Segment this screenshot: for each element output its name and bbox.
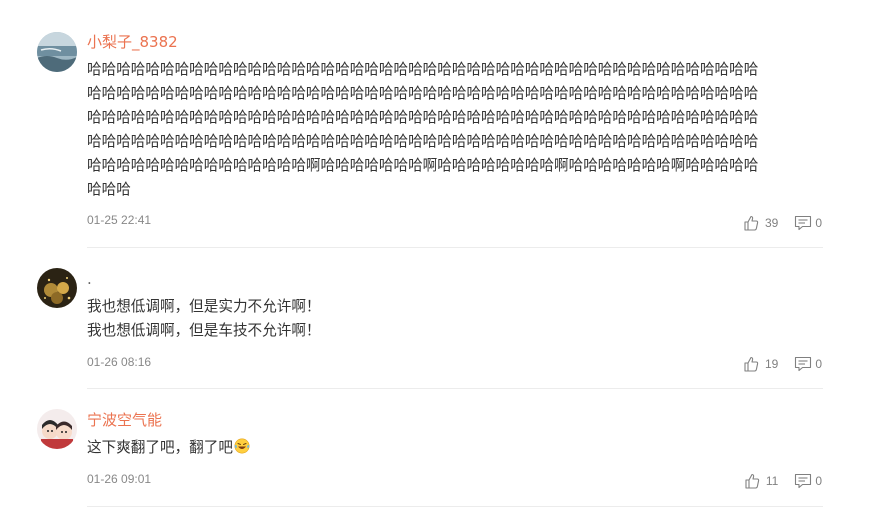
comment-line: 哈哈哈哈哈哈哈哈哈哈哈哈哈哈哈哈哈哈哈哈哈哈哈哈哈哈哈哈哈哈哈哈哈哈哈哈哈哈哈哈… <box>87 85 759 102</box>
comment-line: 我也想低调啊，但是车技不允许啊！ <box>87 322 321 339</box>
username[interactable]: . <box>87 270 92 288</box>
comment-text: 哈哈哈哈哈哈哈哈哈哈哈哈哈哈哈哈哈哈哈哈哈哈哈哈哈哈哈哈哈哈哈哈哈哈哈哈哈哈哈哈… <box>87 58 827 202</box>
comment-list: 小梨子_8382 哈哈哈哈哈哈哈哈哈哈哈哈哈哈哈哈哈哈哈哈哈哈哈哈哈哈哈哈哈哈哈… <box>0 0 894 514</box>
comment-line: 哈哈哈哈哈哈哈哈哈哈哈哈哈哈哈哈哈哈哈哈哈哈哈哈哈哈哈哈哈哈哈哈哈哈哈哈哈哈哈哈… <box>87 133 759 150</box>
comment-actions: 39 0 <box>743 213 822 233</box>
comment-line: 我也想低调啊，但是实力不允许啊！ <box>87 298 321 315</box>
reply-count: 0 <box>815 474 822 488</box>
divider <box>87 506 823 507</box>
timestamp: 01-25 22:41 <box>87 213 152 227</box>
avatar[interactable] <box>37 409 77 449</box>
comment-actions: 19 0 <box>743 354 822 374</box>
reply-button[interactable]: 0 <box>794 356 822 372</box>
username[interactable]: 宁波空气能 <box>87 411 162 429</box>
comment-bubble-icon <box>794 473 812 489</box>
comment-bubble-icon <box>794 215 812 231</box>
comment-text: 这下爽翻了吧，翻了吧 <box>87 436 827 460</box>
comment-line: 这下爽翻了吧，翻了吧 <box>87 436 827 460</box>
comment-line: 哈哈哈哈哈哈哈哈哈哈哈哈哈哈哈啊哈哈哈哈哈哈哈啊哈哈哈哈哈哈哈哈啊哈哈哈哈哈哈哈… <box>87 157 759 174</box>
like-count: 19 <box>764 357 779 371</box>
divider <box>87 247 823 248</box>
comment-line-text: 这下爽翻了吧，翻了吧 <box>87 439 233 456</box>
like-count: 11 <box>765 474 779 488</box>
comment-line: 哈哈哈哈哈哈哈哈哈哈哈哈哈哈哈哈哈哈哈哈哈哈哈哈哈哈哈哈哈哈哈哈哈哈哈哈哈哈哈哈… <box>87 109 759 126</box>
laughing-tears-emoji-icon <box>234 438 250 454</box>
avatar[interactable] <box>37 268 77 308</box>
reply-button[interactable]: 0 <box>794 215 822 231</box>
comment-bubble-icon <box>794 356 812 372</box>
comment-line: 哈哈哈 <box>87 181 131 198</box>
username[interactable]: 小梨子_8382 <box>87 33 178 51</box>
timestamp: 01-26 08:16 <box>87 355 152 369</box>
comment-actions: 11 0 <box>744 471 822 491</box>
like-button[interactable]: 11 <box>744 473 778 489</box>
divider <box>87 388 823 389</box>
like-button[interactable]: 19 <box>743 356 778 372</box>
comment-text: 我也想低调啊，但是实力不允许啊！ 我也想低调啊，但是车技不允许啊！ <box>87 295 827 343</box>
thumbs-up-icon <box>744 473 760 489</box>
reply-count: 0 <box>815 216 822 230</box>
comment-line: 哈哈哈哈哈哈哈哈哈哈哈哈哈哈哈哈哈哈哈哈哈哈哈哈哈哈哈哈哈哈哈哈哈哈哈哈哈哈哈哈… <box>87 61 759 78</box>
timestamp: 01-26 09:01 <box>87 472 152 486</box>
like-count: 39 <box>764 216 779 230</box>
reply-button[interactable]: 0 <box>794 473 822 489</box>
like-button[interactable]: 39 <box>743 215 778 231</box>
reply-count: 0 <box>815 357 822 371</box>
avatar[interactable] <box>37 32 77 72</box>
thumbs-up-icon <box>743 356 759 372</box>
thumbs-up-icon <box>743 215 759 231</box>
